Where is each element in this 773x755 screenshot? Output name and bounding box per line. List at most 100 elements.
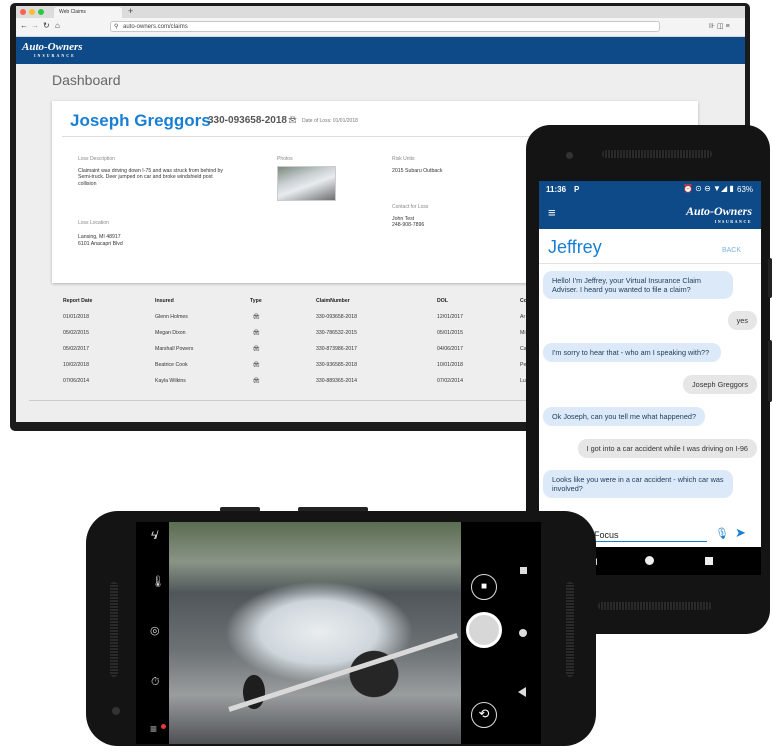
user-message: I got into a car accident while I was dr… — [577, 439, 757, 458]
report-date: 10/02/2018 — [63, 362, 89, 368]
contact-phone: 248-908-7896 — [392, 222, 425, 228]
switch-camera-button[interactable]: ⟲ — [471, 702, 497, 728]
car-icon: 🚘︎ — [288, 117, 297, 124]
front-camera — [566, 152, 573, 159]
message-input[interactable] — [594, 528, 707, 542]
dol: 05/01/2015 — [437, 330, 463, 336]
address-bar[interactable]: ⚲ auto-owners.com/claims — [110, 21, 660, 32]
divider — [539, 263, 761, 264]
auto-owners-logo[interactable]: Auto-Owners INSURANCE — [22, 41, 83, 58]
risk-units-label: Risk Units — [392, 156, 415, 162]
risk-unit: 2015 Subaru Outback — [392, 168, 443, 174]
claim-number: 330-889365-2014 — [316, 378, 357, 384]
flash-off-icon[interactable]: ϟ̸ — [151, 531, 157, 542]
left-speaker-grille — [110, 582, 118, 677]
camera-viewfinder[interactable] — [169, 522, 461, 744]
loss-location-street: 6101 Anacapri Blvd — [78, 241, 123, 247]
nav-recents-icon[interactable] — [705, 557, 713, 565]
chat-app-screen: 11:36 P ⏰ ⊙ ⊖ ▼◢ ▮ 63% ≡ Auto-Owners INS… — [539, 181, 761, 547]
minimize-window-icon[interactable] — [29, 9, 35, 15]
dol: 04/06/2017 — [437, 346, 463, 352]
photos-label: Photos — [277, 156, 293, 162]
logo-name: Auto-Owners — [685, 204, 752, 218]
forward-arrow-icon[interactable]: → — [31, 21, 39, 30]
page-title: Dashboard — [52, 72, 121, 88]
nav-home-icon[interactable] — [519, 629, 527, 637]
front-camera — [112, 707, 120, 715]
back-arrow-icon[interactable]: ← — [20, 21, 28, 30]
user-message: yes — [727, 311, 757, 330]
address-bar-url: auto-owners.com/claims — [123, 24, 188, 30]
column-header[interactable]: Insured — [155, 298, 174, 304]
loss-description-label: Loss Description — [78, 156, 115, 162]
column-header[interactable]: ClaimNumber — [316, 298, 350, 304]
shutter-button[interactable] — [466, 612, 502, 648]
column-header[interactable]: DOL — [437, 298, 448, 304]
claim-number: 330-093658-2018 — [208, 115, 287, 126]
claim-number: 330-093658-2018 — [316, 314, 357, 320]
browser-tab[interactable]: Web Claims — [54, 7, 122, 18]
reload-icon[interactable]: ↻ — [43, 21, 50, 30]
auto-owners-logo: Auto-Owners INSURANCE — [686, 204, 752, 224]
volume-button — [768, 340, 772, 402]
clock: 11:36 — [546, 185, 567, 194]
user-message: Joseph Greggors — [683, 375, 757, 394]
status-icons: ⏰ ⊙ ⊖ ▼◢ ▮ — [683, 184, 734, 193]
co: Lu — [520, 378, 526, 384]
nav-back-icon[interactable] — [518, 687, 526, 697]
claim-number: 330-936585-2018 — [316, 362, 357, 368]
timer-off-icon[interactable]: ⏱︎ — [151, 677, 160, 688]
camera-app-screen: ϟ̸ 🌡︎ ◎ ⏱︎ ≡ ■ ⟲ — [136, 522, 541, 744]
report-date: 07/06/2014 — [63, 378, 89, 384]
browser-toolbar: ← → ↻ ⌂ ⚲ auto-owners.com/claims ⊪ ◫ ≡ — [16, 18, 745, 37]
column-header[interactable]: Type — [250, 298, 262, 304]
notification-badge — [161, 724, 166, 729]
bottom-speaker-grille — [598, 602, 712, 610]
date-of-loss: Date of Loss: 01/01/2018 — [302, 118, 358, 124]
insured: Glenn Holmes — [155, 314, 188, 320]
logo-name: Auto-Owners — [22, 41, 83, 53]
top-speaker-grille — [602, 150, 712, 158]
microphone-icon[interactable]: 🎙︎ — [715, 527, 729, 540]
dol: 12/01/2017 — [437, 314, 463, 320]
claim-number: 330-873986-2017 — [316, 346, 357, 352]
car-icon: 🚘︎ — [253, 346, 260, 352]
car-icon: 🚘︎ — [253, 362, 260, 368]
back-button[interactable]: BACK — [722, 247, 741, 254]
report-date: 05/02/2017 — [63, 346, 89, 352]
parking-line — [228, 632, 459, 712]
insured: Megan Dixon — [155, 330, 186, 336]
send-icon[interactable]: ➤ — [735, 525, 746, 541]
chat-agent-name: Jeffrey — [548, 237, 602, 257]
insured: Kayla Wilkins — [155, 378, 186, 384]
web-app-header: Auto-Owners INSURANCE — [16, 37, 745, 64]
chat-app-header: ≡ Auto-Owners INSURANCE — [539, 197, 761, 229]
damage-photo-thumbnail[interactable] — [277, 166, 336, 201]
bot-message: I'm sorry to hear that - who am I speaki… — [543, 343, 721, 362]
hdr-icon[interactable]: ◎ — [150, 626, 160, 637]
bot-message: Looks like you were in a car accident - … — [543, 470, 733, 498]
nav-recents-icon[interactable] — [520, 567, 527, 574]
insured: Beatrice Cook — [155, 362, 188, 368]
co: Mi — [520, 330, 526, 336]
dol: 10/01/2018 — [437, 362, 463, 368]
maximize-window-icon[interactable] — [38, 9, 44, 15]
new-tab-button[interactable]: + — [128, 6, 133, 16]
search-icon: ⚲ — [114, 24, 119, 30]
temperature-icon[interactable]: 🌡︎ — [151, 577, 165, 588]
claim-number: 330-786532-2015 — [316, 330, 357, 336]
car-icon: 🚘︎ — [253, 314, 260, 320]
nav-home-icon[interactable] — [645, 556, 654, 565]
column-header[interactable]: Report Date — [63, 298, 92, 304]
report-date: 05/02/2015 — [63, 330, 89, 336]
car-icon: 🚘︎ — [253, 378, 260, 384]
video-mode-button[interactable]: ■ — [471, 574, 497, 600]
status-bar: 11:36 P ⏰ ⊙ ⊖ ▼◢ ▮ 63% — [539, 181, 761, 197]
loss-location-city: Lansing, MI 48917 — [78, 234, 121, 240]
browser-menu-icons[interactable]: ⊪ ◫ ≡ — [709, 22, 730, 30]
menu-icon[interactable]: ≡ — [150, 723, 157, 735]
power-button — [768, 258, 772, 298]
close-window-icon[interactable] — [20, 9, 26, 15]
menu-icon[interactable]: ≡ — [548, 206, 556, 219]
home-icon[interactable]: ⌂ — [55, 21, 60, 30]
